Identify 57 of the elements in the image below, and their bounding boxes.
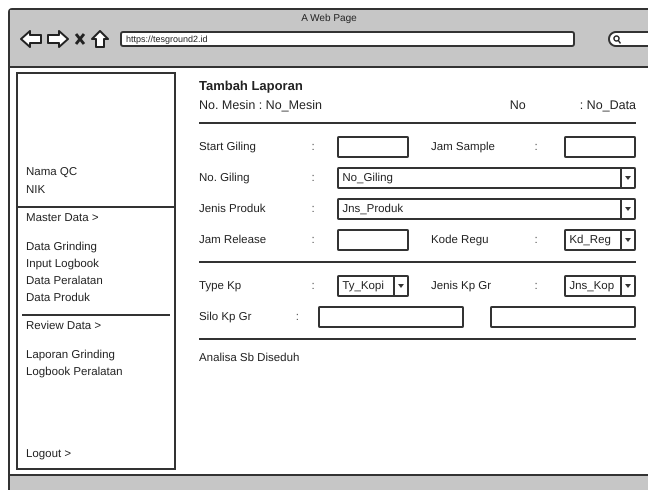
menu-item[interactable]: Data Produk (26, 292, 166, 304)
menu-heading[interactable]: Review Data > (26, 320, 166, 332)
field-label: Type Kp (199, 280, 242, 292)
field-label: Jenis Produk (199, 203, 266, 215)
field-label: Silo Kp Gr (199, 311, 252, 323)
back-arrow-icon[interactable] (20, 30, 42, 48)
forward-arrow-icon[interactable] (47, 30, 69, 48)
colon-separator: : (311, 141, 316, 153)
window-title: A Web Page (301, 13, 357, 24)
dropdown[interactable]: Ty_Kopi (337, 275, 409, 297)
input-field[interactable] (337, 136, 409, 158)
field-label: Jam Sample (430, 141, 496, 153)
caret-icon (625, 176, 631, 180)
colon-separator: : (311, 203, 316, 215)
field-label: Kode Regu (430, 234, 490, 246)
field-label: Jenis Kp Gr (430, 280, 492, 292)
field-label: Start Giling (199, 141, 257, 153)
colon-separator: : (534, 234, 539, 246)
search-icon (613, 34, 621, 44)
input-field[interactable] (564, 136, 636, 158)
machine-number: No. Mesin : No_Mesin (199, 98, 323, 112)
dropdown[interactable]: Jns_Kop (564, 275, 636, 297)
menu-heading[interactable]: Master Data > (26, 212, 166, 224)
dropdown[interactable]: Kd_Reg (564, 229, 636, 251)
home-icon[interactable] (91, 30, 109, 48)
caret-icon (398, 284, 404, 288)
menu-item[interactable]: Laporan Grinding (26, 349, 166, 361)
section-label: Analisa Sb Diseduh (199, 352, 300, 364)
user-info: NIK (26, 184, 46, 196)
menu-item[interactable]: Input Logbook (26, 258, 166, 270)
colon-separator: : (534, 280, 539, 292)
field-label: Jam Release (199, 234, 268, 246)
user-info: Nama QC (26, 166, 78, 178)
caret-icon (625, 207, 631, 211)
number-value: : No_Data (580, 98, 636, 112)
colon-separator: : (534, 141, 539, 153)
close-icon[interactable] (74, 32, 86, 46)
input-field[interactable] (318, 306, 464, 328)
search-field[interactable] (608, 31, 648, 47)
logout-link[interactable]: Logout > (18, 448, 174, 468)
caret-icon (625, 284, 632, 288)
colon-separator: : (311, 280, 316, 292)
form-title: Tambah Laporan (199, 78, 304, 93)
input-field[interactable] (337, 229, 409, 251)
dropdown[interactable]: No_Giling (337, 167, 636, 189)
dropdown[interactable]: Jns_Produk (337, 198, 636, 220)
address-bar[interactable]: https://tesground2.id (120, 31, 575, 47)
menu-item[interactable]: Data Grinding (26, 241, 166, 253)
field-label: No. Giling (199, 172, 250, 184)
input-field[interactable] (490, 306, 636, 328)
colon-separator: : (311, 234, 316, 246)
menu-item[interactable]: Logbook Peralatan (26, 366, 166, 378)
number-label: No (510, 98, 527, 112)
caret-icon (625, 238, 632, 242)
colon-separator: : (296, 311, 300, 323)
colon-separator: : (311, 172, 316, 184)
menu-item[interactable]: Data Peralatan (26, 275, 166, 287)
